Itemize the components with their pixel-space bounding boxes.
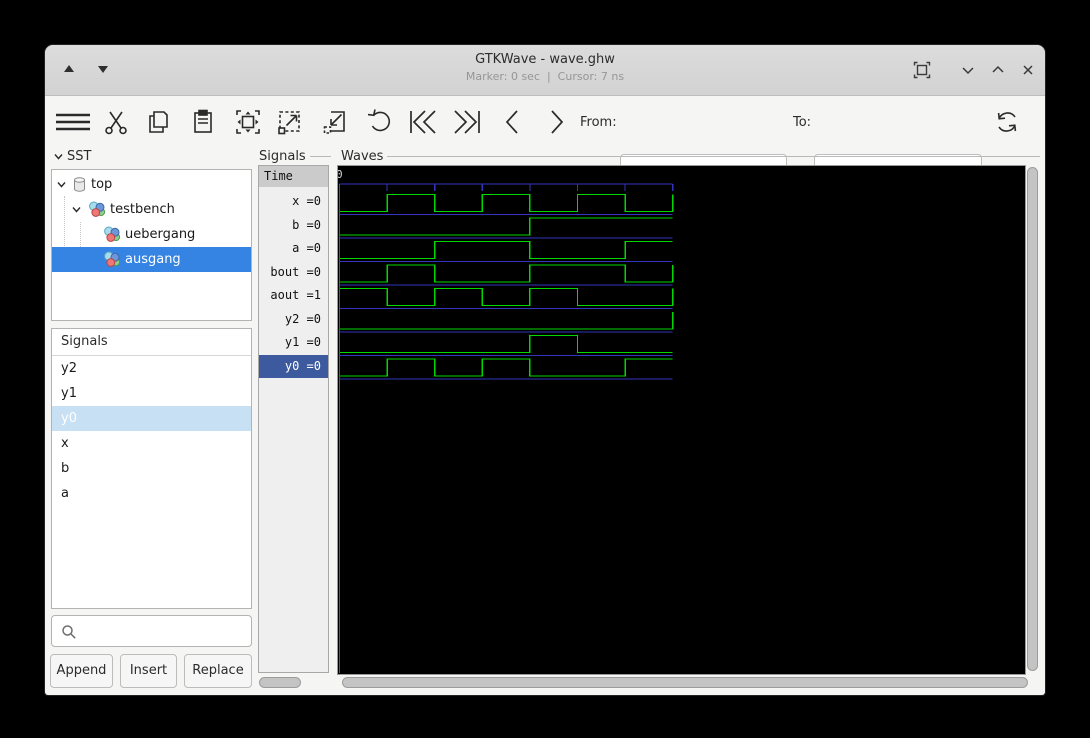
wave-name-y1[interactable]: y1 =0 [259, 331, 328, 354]
chevron-down-icon [71, 204, 82, 215]
wave-name-bout[interactable]: bout =0 [259, 261, 328, 284]
paste-icon[interactable] [188, 107, 218, 137]
time-header[interactable]: Time [259, 166, 328, 187]
signals-list: Signals y2y1y0xba [51, 328, 252, 609]
time-origin-label: 0 [338, 168, 343, 181]
undo-icon[interactable] [365, 107, 395, 137]
cut-icon[interactable] [101, 107, 131, 137]
chevron-down-icon [53, 151, 64, 162]
tree-item-testbench[interactable]: testbench [52, 197, 251, 222]
wave-name-x[interactable]: x =0 [259, 190, 328, 213]
goto-start-icon[interactable] [407, 107, 439, 137]
zoom-fit-icon[interactable] [233, 107, 263, 137]
signal-list-item-y0[interactable]: y0 [52, 406, 251, 431]
waveform-y1 [340, 336, 673, 353]
next-edge-icon[interactable] [543, 107, 569, 137]
wave-name-aout[interactable]: aout =1 [259, 284, 328, 307]
wave-vertical-scrollbar[interactable] [1027, 167, 1038, 671]
wave-name-y0[interactable]: y0 =0 [259, 355, 328, 378]
wave-name-y2[interactable]: y2 =0 [259, 308, 328, 331]
tree-item-label: testbench [110, 202, 175, 217]
signal-list-item-b[interactable]: b [52, 456, 251, 481]
search-icon [61, 624, 77, 640]
tree-item-uebergang[interactable]: uebergang [52, 222, 251, 247]
waveform-bout [340, 265, 673, 282]
chevron-down-icon [56, 179, 67, 190]
tree-item-label: uebergang [125, 227, 195, 242]
tree-item-ausgang[interactable]: ausgang [52, 247, 251, 272]
module-icon [103, 251, 121, 268]
copy-icon[interactable] [143, 107, 173, 137]
reload-icon[interactable] [992, 107, 1022, 137]
sst-tree: top testbench uebergang ausgang [51, 169, 252, 321]
search-input[interactable] [51, 615, 252, 647]
wave-name-b[interactable]: b =0 [259, 214, 328, 237]
close-icon[interactable] [1019, 61, 1037, 79]
cylinder-icon [72, 176, 87, 193]
signal-list-item-x[interactable]: x [52, 431, 251, 456]
waveform-y2 [340, 312, 673, 329]
waveform-aout [340, 289, 673, 306]
menu-icon[interactable] [56, 107, 90, 137]
signal-list-item-a[interactable]: a [52, 481, 251, 506]
signal-names-panel: Time x =0b =0a =0bout =0aout =1y2 =0y1 =… [258, 165, 329, 673]
from-label: From: [580, 115, 617, 130]
waveform-b [340, 218, 673, 235]
goto-end-icon[interactable] [451, 107, 483, 137]
titlebar[interactable]: GTKWave - wave.ghw Marker: 0 sec | Curso… [45, 45, 1045, 96]
to-label: To: [793, 115, 811, 130]
prev-edge-icon[interactable] [500, 107, 526, 137]
signal-list-item-y2[interactable]: y2 [52, 356, 251, 381]
fit-window-icon[interactable] [913, 61, 931, 79]
tree-item-label: top [91, 177, 112, 192]
signals-frame-label: Signals [259, 149, 331, 164]
zoom-out-icon[interactable] [275, 107, 305, 137]
append-button[interactable]: Append [50, 654, 113, 688]
window-title: GTKWave - wave.ghw [45, 52, 1045, 67]
maximize-icon[interactable] [989, 61, 1007, 79]
signals-list-header: Signals [52, 329, 251, 356]
waveform-a [340, 242, 673, 259]
tree-item-top[interactable]: top [52, 172, 251, 197]
wave-display[interactable]: 0 [337, 165, 1026, 675]
sst-label: SST [67, 149, 91, 164]
names-horizontal-scrollbar[interactable] [259, 677, 301, 688]
module-icon [103, 226, 121, 243]
wave-name-a[interactable]: a =0 [259, 237, 328, 260]
sst-expander[interactable]: SST [53, 149, 91, 164]
waveform-y0 [340, 359, 673, 376]
marker-cursor-status: Marker: 0 sec | Cursor: 7 ns [45, 70, 1045, 83]
signal-list-item-y1[interactable]: y1 [52, 381, 251, 406]
zoom-in-icon[interactable] [320, 107, 350, 137]
minimize-icon[interactable] [959, 61, 977, 79]
tree-item-label: ausgang [125, 252, 181, 267]
gtkwave-window: GTKWave - wave.ghw Marker: 0 sec | Curso… [45, 45, 1045, 695]
insert-button[interactable]: Insert [120, 654, 177, 688]
replace-button[interactable]: Replace [184, 654, 252, 688]
toolbar: From: 0 sec To: 7 ns [45, 96, 1045, 148]
wave-horizontal-scrollbar[interactable] [342, 677, 1028, 688]
waveform-x [340, 195, 673, 212]
waves-frame-label: Waves [341, 149, 1040, 164]
module-icon [88, 201, 106, 218]
